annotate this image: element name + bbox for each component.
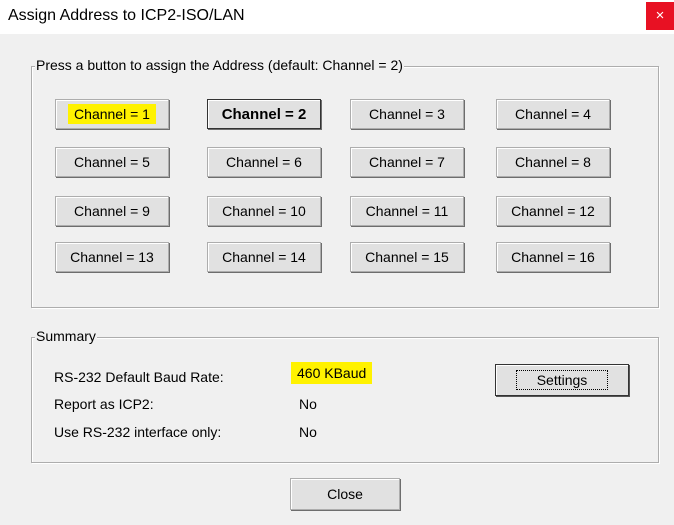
channel-10-label: Channel = 10 xyxy=(222,203,306,219)
rs232-only-value: No xyxy=(299,424,317,440)
channel-15-label: Channel = 15 xyxy=(365,249,449,265)
channel-2-button[interactable]: Channel = 2 xyxy=(207,99,321,129)
channel-1-button[interactable]: Channel = 1 xyxy=(55,99,169,129)
summary-group-label: Summary xyxy=(35,328,97,344)
window-title: Assign Address to ICP2-ISO/LAN xyxy=(8,7,245,24)
close-button-label: Close xyxy=(327,486,363,502)
channel-5-label: Channel = 5 xyxy=(74,154,150,170)
channel-11-button[interactable]: Channel = 11 xyxy=(350,196,464,226)
channel-14-button[interactable]: Channel = 14 xyxy=(207,242,321,272)
channel-8-button[interactable]: Channel = 8 xyxy=(496,147,610,177)
channel-16-label: Channel = 16 xyxy=(511,249,595,265)
title-bar: Assign Address to ICP2-ISO/LAN × xyxy=(0,0,674,34)
channel-6-label: Channel = 6 xyxy=(226,154,302,170)
settings-button-label: Settings xyxy=(515,370,609,390)
channel-7-button[interactable]: Channel = 7 xyxy=(350,147,464,177)
channel-1-label: Channel = 1 xyxy=(68,104,156,124)
channel-3-label: Channel = 3 xyxy=(369,106,445,122)
channel-13-button[interactable]: Channel = 13 xyxy=(55,242,169,272)
channel-10-button[interactable]: Channel = 10 xyxy=(207,196,321,226)
channel-16-button[interactable]: Channel = 16 xyxy=(496,242,610,272)
channel-9-label: Channel = 9 xyxy=(74,203,150,219)
channel-4-label: Channel = 4 xyxy=(515,106,591,122)
report-icp2-value: No xyxy=(299,396,317,412)
channel-13-label: Channel = 13 xyxy=(70,249,154,265)
close-button[interactable]: Close xyxy=(290,478,400,510)
channel-5-button[interactable]: Channel = 5 xyxy=(55,147,169,177)
channel-12-label: Channel = 12 xyxy=(511,203,595,219)
channel-14-label: Channel = 14 xyxy=(222,249,306,265)
channel-group-label: Press a button to assign the Address (de… xyxy=(35,57,404,73)
channel-11-label: Channel = 11 xyxy=(365,203,449,219)
channel-4-button[interactable]: Channel = 4 xyxy=(496,99,610,129)
channel-15-button[interactable]: Channel = 15 xyxy=(350,242,464,272)
channel-3-button[interactable]: Channel = 3 xyxy=(350,99,464,129)
baud-rate-value: 460 KBaud xyxy=(291,362,373,384)
channel-9-button[interactable]: Channel = 9 xyxy=(55,196,169,226)
channel-12-button[interactable]: Channel = 12 xyxy=(496,196,610,226)
report-icp2-label: Report as ICP2: xyxy=(54,396,154,412)
baud-rate-value-text: 460 KBaud xyxy=(291,362,373,384)
channel-2-label: Channel = 2 xyxy=(221,105,307,123)
channel-8-label: Channel = 8 xyxy=(515,154,591,170)
channel-7-label: Channel = 7 xyxy=(369,154,445,170)
baud-rate-label: RS-232 Default Baud Rate: xyxy=(54,369,224,385)
settings-button[interactable]: Settings xyxy=(495,364,629,396)
channel-6-button[interactable]: Channel = 6 xyxy=(207,147,321,177)
window-close-icon[interactable]: × xyxy=(646,2,674,30)
rs232-only-label: Use RS-232 interface only: xyxy=(54,424,222,440)
